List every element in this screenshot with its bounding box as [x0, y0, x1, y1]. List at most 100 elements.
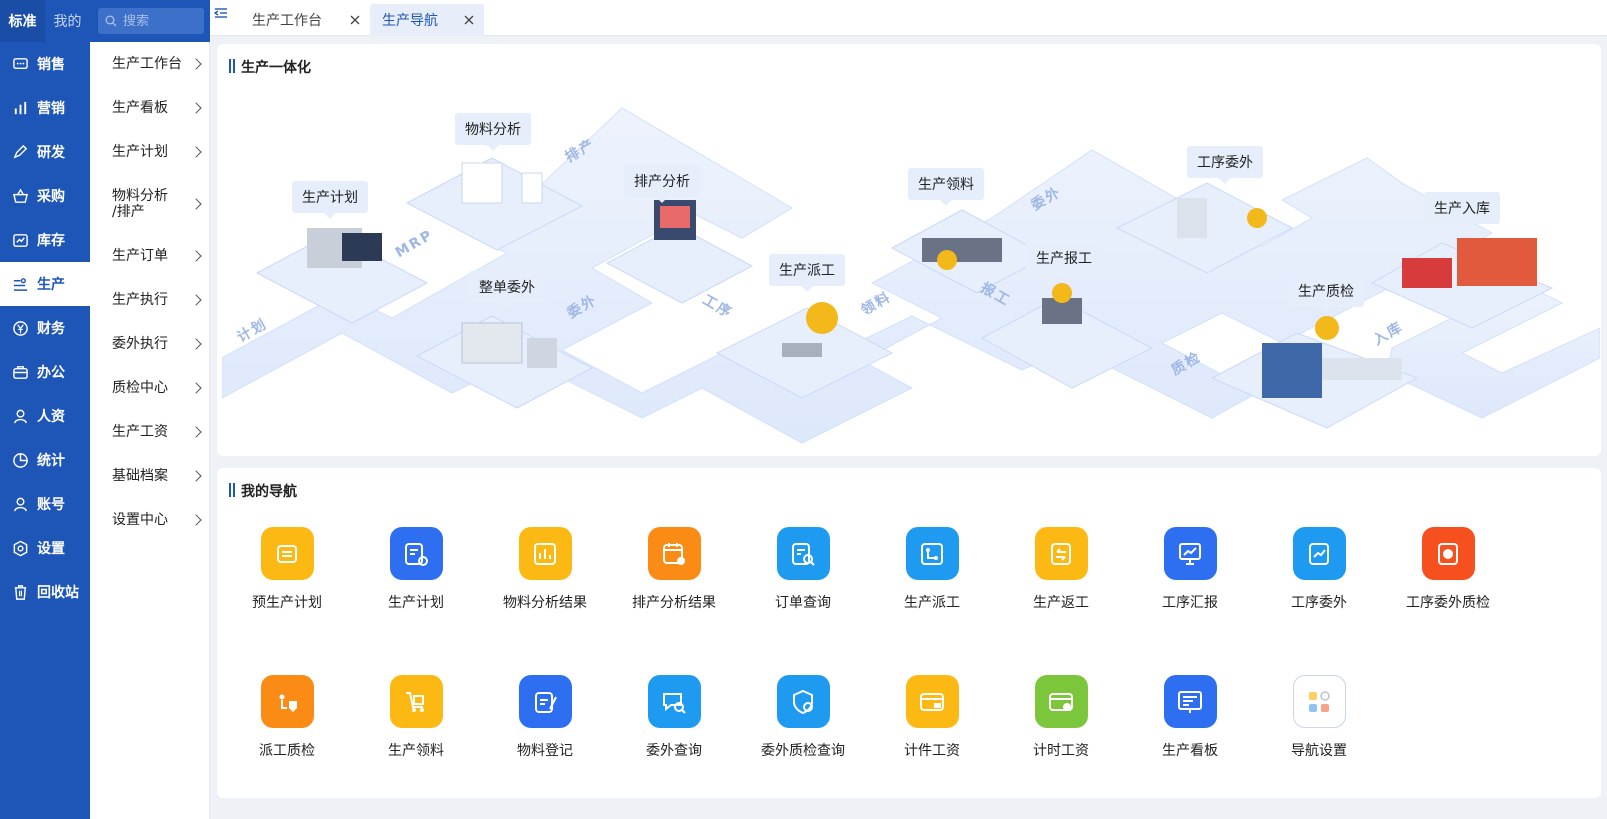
submenu-item-label: 设置中心 — [112, 512, 168, 528]
search-input[interactable] — [123, 13, 201, 29]
submenu-item-label: 委外执行 — [112, 336, 168, 352]
nav-shortcut[interactable]: 生产返工 — [1001, 527, 1121, 627]
close-icon[interactable] — [349, 14, 361, 26]
search-area — [90, 0, 210, 42]
nav-shortcut[interactable]: 计件工资 — [872, 675, 992, 775]
tab-label: 生产导航 — [382, 13, 438, 29]
submenu-item[interactable]: 生产工作台 — [90, 42, 209, 86]
person-icon — [14, 409, 27, 423]
nav-shortcut-label: 导航设置 — [1291, 743, 1347, 759]
nav-shortcut[interactable]: 委外查询 — [614, 675, 734, 775]
node-scheduling-analysis[interactable]: 排产分析 — [624, 165, 700, 203]
submenu-item[interactable]: 生产订单 — [90, 234, 209, 278]
submenu-item[interactable]: 物料分析 /排产 — [90, 174, 209, 234]
chevron-right-icon — [190, 514, 202, 526]
chevron-right-icon — [190, 294, 202, 306]
node-warehouse-in[interactable]: 生产入库 — [1424, 192, 1500, 230]
rail-item[interactable]: 生产 — [0, 262, 90, 306]
nav-shortcut[interactable]: 生产派工 — [872, 527, 992, 627]
rail-item[interactable]: 账号 — [0, 482, 90, 526]
node-process-outsource[interactable]: 工序委外 — [1187, 146, 1263, 184]
node-work-report[interactable]: 生产报工 — [1026, 242, 1102, 280]
submenu-item[interactable]: 生产执行 — [90, 278, 209, 322]
rail-item-label: 采购 — [37, 189, 65, 205]
rail-item[interactable]: 销售 — [0, 42, 90, 86]
collapse-menu-icon[interactable] — [214, 6, 228, 20]
rail-item[interactable]: 办公 — [0, 350, 90, 394]
nav-shortcut[interactable]: 预生产计划 — [227, 527, 347, 627]
search-icon — [105, 15, 117, 27]
submenu-item[interactable]: 生产计划 — [90, 130, 209, 174]
rail-item[interactable]: 设置 — [0, 526, 90, 570]
search-box[interactable] — [98, 8, 204, 34]
rail-item[interactable]: 人资 — [0, 394, 90, 438]
node-full-outsource[interactable]: 整单委外 — [469, 271, 545, 309]
nav-shortcut[interactable]: 计时工资 — [1001, 675, 1121, 775]
submenu-item[interactable]: 基础档案 — [90, 454, 209, 498]
pen-icon — [13, 144, 28, 158]
submenu-item-label: 生产看板 — [112, 100, 168, 116]
rail-item[interactable]: 回收站 — [0, 570, 90, 614]
chevron-right-icon — [190, 338, 202, 350]
tab-standard[interactable]: 标准 — [0, 0, 45, 42]
my-navigation-card: 我的导航 预生产计划 生产计划 物料分析结果 排产分析结果 订单查询 生产派工 生产返工 工序… — [217, 468, 1601, 798]
rail-item[interactable]: 营销 — [0, 86, 90, 130]
submenu-item-label: 生产执行 — [112, 292, 168, 308]
nav-shortcut[interactable]: 导航设置 — [1259, 675, 1379, 775]
outsource-icon — [1292, 527, 1346, 580]
nav-shortcut-label: 委外查询 — [646, 743, 702, 759]
nav-shortcut[interactable]: 生产计划 — [356, 527, 476, 627]
nav-shortcut-label: 生产看板 — [1162, 743, 1218, 759]
nav-shortcut[interactable]: 工序委外质检 — [1388, 527, 1508, 627]
nav-shortcut[interactable]: 派工质检 — [227, 675, 347, 775]
rail-item[interactable]: 库存 — [0, 218, 90, 262]
nav-shortcut[interactable]: 订单查询 — [743, 527, 863, 627]
node-quality-inspection[interactable]: 生产质检 — [1288, 275, 1364, 313]
production-submenu: 生产工作台生产看板生产计划物料分析 /排产 生产订单生产执行委外执行质检中心生产工… — [90, 42, 210, 819]
submenu-item[interactable]: 质检中心 — [90, 366, 209, 410]
rail-item[interactable]: 统计 — [0, 438, 90, 482]
node-material-issue[interactable]: 生产领料 — [908, 168, 984, 206]
node-production-dispatch[interactable]: 生产派工 — [769, 254, 845, 292]
nav-shortcut[interactable]: 物料登记 — [485, 675, 605, 775]
nav-shortcut-label: 委外质检查询 — [761, 743, 845, 759]
quality-search-icon — [776, 675, 830, 728]
submenu-item[interactable]: 生产看板 — [90, 86, 209, 130]
plan-gear-icon — [389, 527, 443, 580]
nav-shortcut-label: 工序委外质检 — [1406, 595, 1490, 611]
tab-mine[interactable]: 我的 — [45, 0, 90, 42]
rail-item[interactable]: 财务 — [0, 306, 90, 350]
rail-item[interactable]: 采购 — [0, 174, 90, 218]
bar-chart-icon — [14, 101, 27, 114]
tab-production-workbench[interactable]: 生产工作台 — [240, 4, 370, 36]
tab-label: 生产工作台 — [252, 13, 322, 29]
nav-shortcut[interactable]: 物料分析结果 — [485, 527, 605, 627]
close-icon[interactable] — [463, 14, 475, 26]
rework-icon — [1034, 527, 1088, 580]
nav-shortcut[interactable]: 生产看板 — [1130, 675, 1250, 775]
submenu-item-label: 生产计划 — [112, 144, 168, 160]
rail-item[interactable]: 研发 — [0, 130, 90, 174]
board-icon — [1163, 675, 1217, 728]
nav-shortcut-label: 物料登记 — [517, 743, 573, 759]
nav-shortcut-label: 生产派工 — [904, 595, 960, 611]
rail-item-label: 营销 — [37, 101, 65, 117]
nav-shortcut-label: 派工质检 — [259, 743, 315, 759]
node-production-plan[interactable]: 生产计划 — [292, 181, 368, 219]
tab-production-navigation[interactable]: 生产导航 — [370, 4, 484, 36]
calendar-chart-icon — [647, 527, 701, 580]
submenu-item[interactable]: 委外执行 — [90, 322, 209, 366]
submenu-item-label: 生产工作台 — [112, 56, 182, 72]
node-material-analysis[interactable]: 物料分析 — [455, 113, 531, 151]
nav-shortcut[interactable]: 委外质检查询 — [743, 675, 863, 775]
chevron-right-icon — [190, 146, 202, 158]
briefcase-icon — [13, 365, 28, 379]
nav-shortcut[interactable]: 工序委外 — [1259, 527, 1379, 627]
submenu-item[interactable]: 生产工资 — [90, 410, 209, 454]
nav-shortcut[interactable]: 排产分析结果 — [614, 527, 734, 627]
submenu-item-label: 质检中心 — [112, 380, 168, 396]
nav-shortcut[interactable]: 工序汇报 — [1130, 527, 1250, 627]
nav-shortcut[interactable]: 生产领料 — [356, 675, 476, 775]
submenu-item[interactable]: 设置中心 — [90, 498, 209, 542]
chevron-right-icon — [190, 250, 202, 262]
